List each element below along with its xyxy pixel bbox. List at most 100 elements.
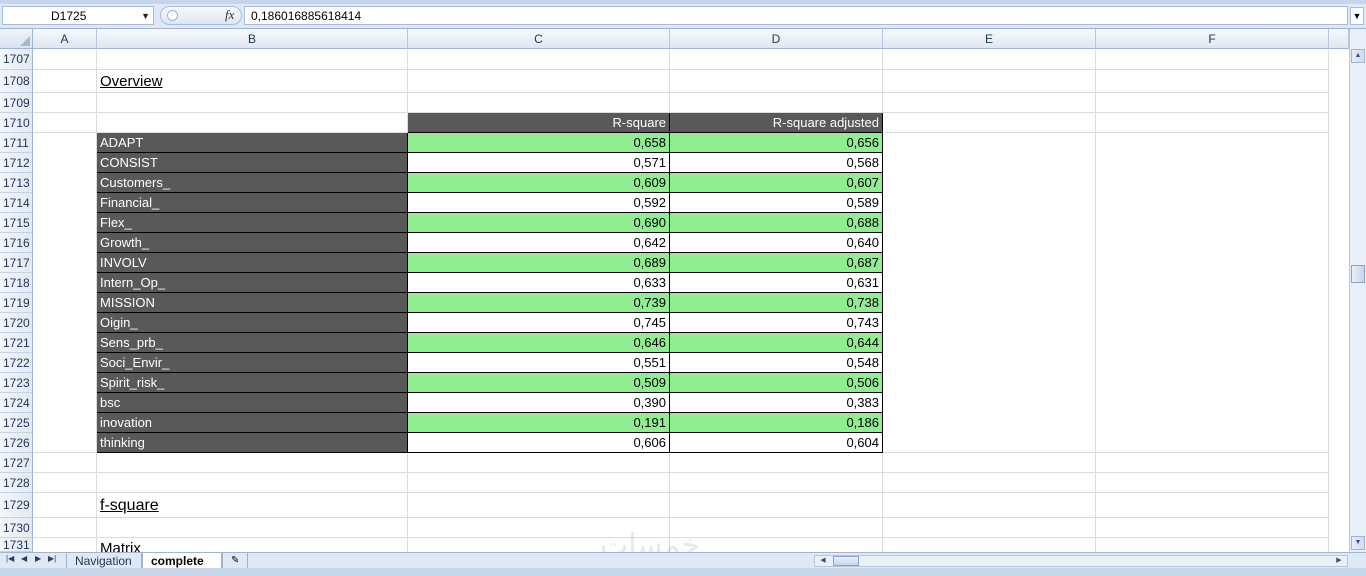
- row-header[interactable]: 1726: [0, 433, 33, 453]
- table-cell-r-square-adjusted[interactable]: 0,738: [670, 293, 883, 313]
- table-cell-r-square[interactable]: 0,609: [408, 173, 670, 193]
- row-header[interactable]: 1719: [0, 293, 33, 313]
- row-header[interactable]: 1725: [0, 413, 33, 433]
- column-header-b[interactable]: B: [97, 29, 408, 49]
- row-header[interactable]: 1722: [0, 353, 33, 373]
- prev-sheet-icon[interactable]: ◀: [21, 554, 27, 563]
- header-r-square-adjusted[interactable]: R-square adjusted: [670, 113, 883, 133]
- table-cell-r-square-adjusted[interactable]: 0,631: [670, 273, 883, 293]
- table-cell-r-square[interactable]: 0,191: [408, 413, 670, 433]
- formula-input[interactable]: 0,186016885618414: [244, 6, 1348, 25]
- column-header-a[interactable]: A: [33, 29, 97, 49]
- table-row-label[interactable]: Soci_Envir_: [97, 353, 408, 373]
- scroll-down-icon[interactable]: ▼: [1351, 536, 1365, 550]
- table-cell-r-square[interactable]: 0,633: [408, 273, 670, 293]
- table-cell-r-square-adjusted[interactable]: 0,186: [670, 413, 883, 433]
- table-row-label[interactable]: Financial_: [97, 193, 408, 213]
- row-header[interactable]: 1714: [0, 193, 33, 213]
- table-cell-r-square[interactable]: 0,571: [408, 153, 670, 173]
- vertical-scrollbar[interactable]: ▲ ▼: [1349, 29, 1366, 552]
- last-sheet-icon[interactable]: ▶|: [48, 554, 56, 563]
- column-header-f[interactable]: F: [1096, 29, 1329, 49]
- vertical-scroll-thumb[interactable]: [1351, 265, 1365, 283]
- resize-handle-icon[interactable]: ·: [167, 10, 178, 21]
- table-cell-r-square[interactable]: 0,390: [408, 393, 670, 413]
- insert-function-icon[interactable]: fx: [225, 7, 234, 23]
- name-box[interactable]: D1725 ▼: [2, 6, 154, 25]
- row-header[interactable]: 1712: [0, 153, 33, 173]
- table-cell-r-square[interactable]: 0,690: [408, 213, 670, 233]
- table-row-label[interactable]: inovation: [97, 413, 408, 433]
- table-row-label[interactable]: CONSIST: [97, 153, 408, 173]
- table-cell-r-square[interactable]: 0,739: [408, 293, 670, 313]
- table-cell-r-square-adjusted[interactable]: 0,607: [670, 173, 883, 193]
- table-row-label[interactable]: Flex_: [97, 213, 408, 233]
- column-header-next[interactable]: [1329, 29, 1349, 49]
- table-row-label[interactable]: Growth_: [97, 233, 408, 253]
- tab-navigation[interactable]: Navigation: [66, 553, 142, 569]
- row-header[interactable]: 1708: [0, 70, 33, 93]
- table-cell-r-square-adjusted[interactable]: 0,688: [670, 213, 883, 233]
- table-cell-r-square-adjusted[interactable]: 0,548: [670, 353, 883, 373]
- horizontal-scrollbar[interactable]: ◀ ▶: [814, 555, 1348, 567]
- row-header[interactable]: 1717: [0, 253, 33, 273]
- row-header[interactable]: 1715: [0, 213, 33, 233]
- table-cell-r-square-adjusted[interactable]: 0,687: [670, 253, 883, 273]
- table-cell-r-square[interactable]: 0,689: [408, 253, 670, 273]
- table-cell-r-square[interactable]: 0,642: [408, 233, 670, 253]
- table-row-label[interactable]: thinking: [97, 433, 408, 453]
- table-row-label[interactable]: Oigin_: [97, 313, 408, 333]
- table-row-label[interactable]: Sens_prb_: [97, 333, 408, 353]
- matrix-title[interactable]: Matrix: [97, 538, 407, 552]
- expand-formula-bar-icon[interactable]: ▼: [1350, 7, 1364, 25]
- table-cell-r-square[interactable]: 0,592: [408, 193, 670, 213]
- table-row-label[interactable]: Intern_Op_: [97, 273, 408, 293]
- table-cell-r-square[interactable]: 0,646: [408, 333, 670, 353]
- table-row-label[interactable]: INVOLV: [97, 253, 408, 273]
- insert-sheet-icon[interactable]: ✎: [222, 553, 248, 569]
- table-cell-r-square[interactable]: 0,551: [408, 353, 670, 373]
- row-header[interactable]: 1713: [0, 173, 33, 193]
- row-header[interactable]: 1707: [0, 49, 33, 70]
- table-row-label[interactable]: Spirit_risk_: [97, 373, 408, 393]
- table-cell-r-square-adjusted[interactable]: 0,644: [670, 333, 883, 353]
- table-cell-r-square-adjusted[interactable]: 0,506: [670, 373, 883, 393]
- table-cell-r-square[interactable]: 0,509: [408, 373, 670, 393]
- first-sheet-icon[interactable]: |◀: [6, 554, 14, 563]
- table-cell-r-square-adjusted[interactable]: 0,604: [670, 433, 883, 453]
- row-header[interactable]: 1729: [0, 493, 33, 518]
- chevron-down-icon[interactable]: ▼: [141, 11, 150, 21]
- table-row-label[interactable]: ADAPT: [97, 133, 408, 153]
- table-cell-r-square-adjusted[interactable]: 0,383: [670, 393, 883, 413]
- table-cell-r-square[interactable]: 0,658: [408, 133, 670, 153]
- row-header[interactable]: 1728: [0, 473, 33, 493]
- row-header[interactable]: 1720: [0, 313, 33, 333]
- scroll-left-icon[interactable]: ◀: [817, 556, 829, 566]
- row-header[interactable]: 1730: [0, 518, 33, 538]
- row-header[interactable]: 1710: [0, 113, 33, 133]
- table-cell-r-square[interactable]: 0,606: [408, 433, 670, 453]
- select-all-button[interactable]: [0, 29, 33, 49]
- row-header[interactable]: 1727: [0, 453, 33, 473]
- scroll-right-icon[interactable]: ▶: [1333, 556, 1345, 566]
- table-cell-r-square-adjusted[interactable]: 0,589: [670, 193, 883, 213]
- column-header-d[interactable]: D: [670, 29, 883, 49]
- row-header[interactable]: 1721: [0, 333, 33, 353]
- table-row-label[interactable]: MISSION: [97, 293, 408, 313]
- row-header[interactable]: 1711: [0, 133, 33, 153]
- row-header[interactable]: 1724: [0, 393, 33, 413]
- table-cell-r-square-adjusted[interactable]: 0,656: [670, 133, 883, 153]
- table-row-label[interactable]: bsc: [97, 393, 408, 413]
- horizontal-scroll-thumb[interactable]: [833, 556, 859, 566]
- fsquare-title[interactable]: f-square: [97, 493, 407, 518]
- overview-title[interactable]: Overview: [97, 70, 407, 93]
- header-r-square[interactable]: R-square: [408, 113, 670, 133]
- next-sheet-icon[interactable]: ▶: [35, 554, 41, 563]
- row-header[interactable]: 1718: [0, 273, 33, 293]
- row-header[interactable]: 1723: [0, 373, 33, 393]
- row-header[interactable]: 1731: [0, 538, 33, 552]
- column-header-e[interactable]: E: [883, 29, 1096, 49]
- table-row-label[interactable]: Customers_: [97, 173, 408, 193]
- row-header[interactable]: 1716: [0, 233, 33, 253]
- table-cell-r-square-adjusted[interactable]: 0,640: [670, 233, 883, 253]
